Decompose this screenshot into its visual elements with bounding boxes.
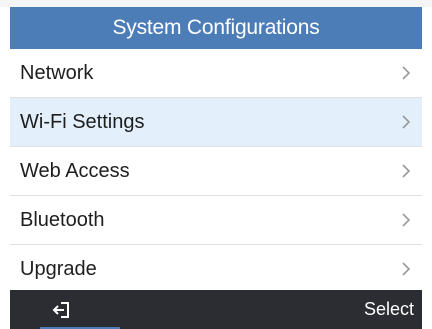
- menu-item-upgrade[interactable]: Upgrade: [10, 245, 422, 294]
- chevron-right-icon: [402, 262, 411, 276]
- chevron-right-icon: [402, 164, 411, 178]
- select-softkey[interactable]: Select: [364, 290, 414, 329]
- menu-item-bluetooth[interactable]: Bluetooth: [10, 196, 422, 245]
- menu-item-label: Bluetooth: [20, 209, 105, 231]
- title-bar: System Configurations: [10, 7, 422, 49]
- top-edge: [0, 0, 432, 7]
- menu-item-network[interactable]: Network: [10, 49, 422, 98]
- chevron-right-icon: [402, 213, 411, 227]
- chevron-right-icon: [402, 66, 411, 80]
- menu-item-label: Upgrade: [20, 258, 97, 280]
- menu-list: Network Wi-Fi Settings Web Access Blueto…: [10, 49, 422, 294]
- menu-item-label: Network: [20, 62, 94, 84]
- phone-screen: System Configurations Network Wi-Fi Sett…: [0, 0, 432, 329]
- menu-item-label: Web Access: [20, 160, 130, 182]
- softkey-bar: Select: [10, 290, 422, 329]
- page-title: System Configurations: [112, 16, 320, 39]
- menu-item-web-access[interactable]: Web Access: [10, 147, 422, 196]
- exit-icon: [52, 301, 69, 318]
- menu-item-label: Wi-Fi Settings: [20, 111, 145, 133]
- back-softkey[interactable]: [40, 290, 84, 329]
- chevron-right-icon: [402, 115, 411, 129]
- menu-item-wifi-settings[interactable]: Wi-Fi Settings: [10, 98, 422, 147]
